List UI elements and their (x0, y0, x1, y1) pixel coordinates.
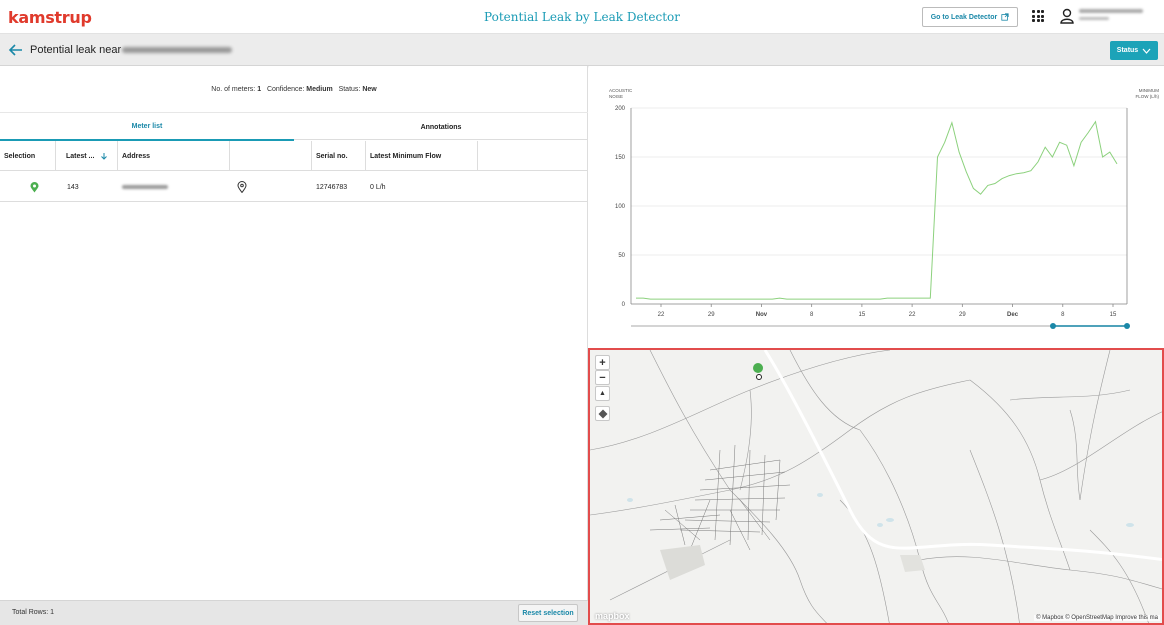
column-header-min-flow[interactable]: Latest Minimum Flow (366, 141, 478, 171)
status-value: New (362, 86, 377, 93)
back-arrow-icon[interactable] (8, 42, 24, 58)
serial-value: 12746783 (316, 183, 348, 191)
x-tick-label: 29 (959, 312, 966, 318)
x-tick-label: 8 (810, 312, 814, 318)
selection-cell[interactable] (30, 172, 39, 202)
location-pin-icon[interactable] (237, 181, 247, 193)
x-tick-label: 15 (1110, 312, 1117, 318)
compass-button[interactable]: ▲ (595, 386, 610, 401)
right-axis-label: MINIMUM (1139, 88, 1159, 93)
chevron-down-icon (1142, 48, 1151, 54)
column-header-address[interactable]: Address (118, 141, 230, 171)
meter-location-marker[interactable] (753, 363, 763, 380)
meter-panel: No. of meters: 1 Confidence: Medium Stat… (0, 66, 588, 625)
map-canvas[interactable] (590, 350, 1164, 625)
status-button-label: Status (1116, 47, 1139, 54)
range-slider-start-handle[interactable] (1050, 323, 1056, 329)
latest-value: 143 (67, 183, 79, 191)
tab-bar: Meter list Annotations (0, 112, 588, 141)
x-tick-label: 22 (909, 312, 916, 318)
noise-series-line (636, 120, 1118, 300)
x-tick-label: 15 (859, 312, 866, 318)
page-title: Potential leak near (30, 44, 122, 56)
map-attribution[interactable]: © Mapbox © OpenStreetMap Improve this ma (1034, 615, 1160, 621)
column-header-selection[interactable]: Selection (0, 141, 56, 171)
tab-annotations[interactable]: Annotations (294, 113, 588, 141)
address-cell (122, 172, 168, 202)
meters-label: No. of meters: (211, 86, 256, 93)
user-icon[interactable] (1060, 8, 1074, 24)
reset-selection-button[interactable]: Reset selection (518, 604, 578, 622)
left-axis-label: ACOUSTIC (609, 88, 633, 93)
range-slider-end-handle[interactable] (1124, 323, 1130, 329)
y-tick-label: 200 (615, 106, 626, 112)
sub-header: Potential leak near Status (0, 34, 1164, 66)
table-footer: Total Rows: 1 Reset selection (0, 600, 588, 625)
x-tick-label: 29 (708, 312, 715, 318)
y-tick-label: 150 (615, 155, 626, 161)
external-link-icon (1001, 13, 1009, 21)
address-redacted (122, 185, 168, 189)
min-flow-value: 0 L/h (370, 183, 386, 191)
x-tick-label: Nov (756, 312, 768, 318)
compass-icon: ▲ (599, 390, 606, 397)
sort-down-icon[interactable] (100, 152, 108, 160)
map-panel[interactable]: + − ▲ mapbox © Mapbox © OpenStreetMap Im… (588, 348, 1164, 625)
app-launcher-icon[interactable] (1032, 10, 1044, 22)
x-tick-label: 8 (1061, 312, 1065, 318)
table-header: Selection Latest ... Address Serial no. … (0, 141, 588, 171)
chart-panel: ACOUSTIC NOISE MINIMUM FLOW (L/h) 0 50 100 150 2… (589, 66, 1164, 348)
mapbox-logo[interactable]: mapbox (595, 611, 630, 621)
column-header-location[interactable] (230, 141, 312, 171)
meters-value: 1 (257, 86, 262, 93)
right-axis-label: FLOW (L/h) (1135, 94, 1159, 99)
column-header-serial[interactable]: Serial no. (312, 141, 366, 171)
y-tick-label: 0 (622, 302, 626, 308)
location-name-redacted (122, 47, 232, 53)
map-pin-selected-icon[interactable] (30, 181, 39, 193)
total-rows: Total Rows: 1 (12, 609, 55, 616)
layers-button[interactable] (595, 406, 610, 421)
column-header-latest[interactable]: Latest ... (62, 141, 118, 171)
table-row[interactable]: 143 12746783 0 L/h (0, 172, 588, 202)
acoustic-noise-chart: ACOUSTICNOISE MINIMUMFLOW (L/h) 0 50 100 150 2… (609, 88, 1159, 329)
status-label: Status: (338, 86, 361, 93)
y-tick-label: 100 (615, 204, 626, 210)
status-dropdown-button[interactable]: Status (1110, 41, 1158, 60)
go-to-leak-detector-label: Go to Leak Detector (930, 13, 998, 21)
top-bar: kamstrup Potential Leak by Leak Detector… (0, 0, 1164, 34)
x-tick-label: Dec (1007, 312, 1019, 318)
confidence-value: Medium (306, 86, 333, 93)
layers-icon (598, 409, 607, 418)
zoom-in-button[interactable]: + (595, 355, 610, 370)
y-tick-label: 50 (618, 253, 625, 259)
zoom-out-button[interactable]: − (595, 370, 610, 385)
user-name-redacted (1079, 9, 1143, 13)
left-axis-label: NOISE (609, 94, 623, 99)
column-header-latest-label: Latest ... (66, 152, 95, 160)
leak-summary: No. of meters: 1 Confidence: Medium Stat… (0, 86, 588, 93)
x-tick-label: 22 (658, 312, 665, 318)
confidence-label: Confidence: (266, 86, 305, 93)
tab-meter-list[interactable]: Meter list (0, 113, 294, 141)
locate-cell[interactable] (237, 172, 247, 202)
user-org-redacted (1079, 17, 1109, 20)
go-to-leak-detector-button[interactable]: Go to Leak Detector (922, 7, 1018, 27)
